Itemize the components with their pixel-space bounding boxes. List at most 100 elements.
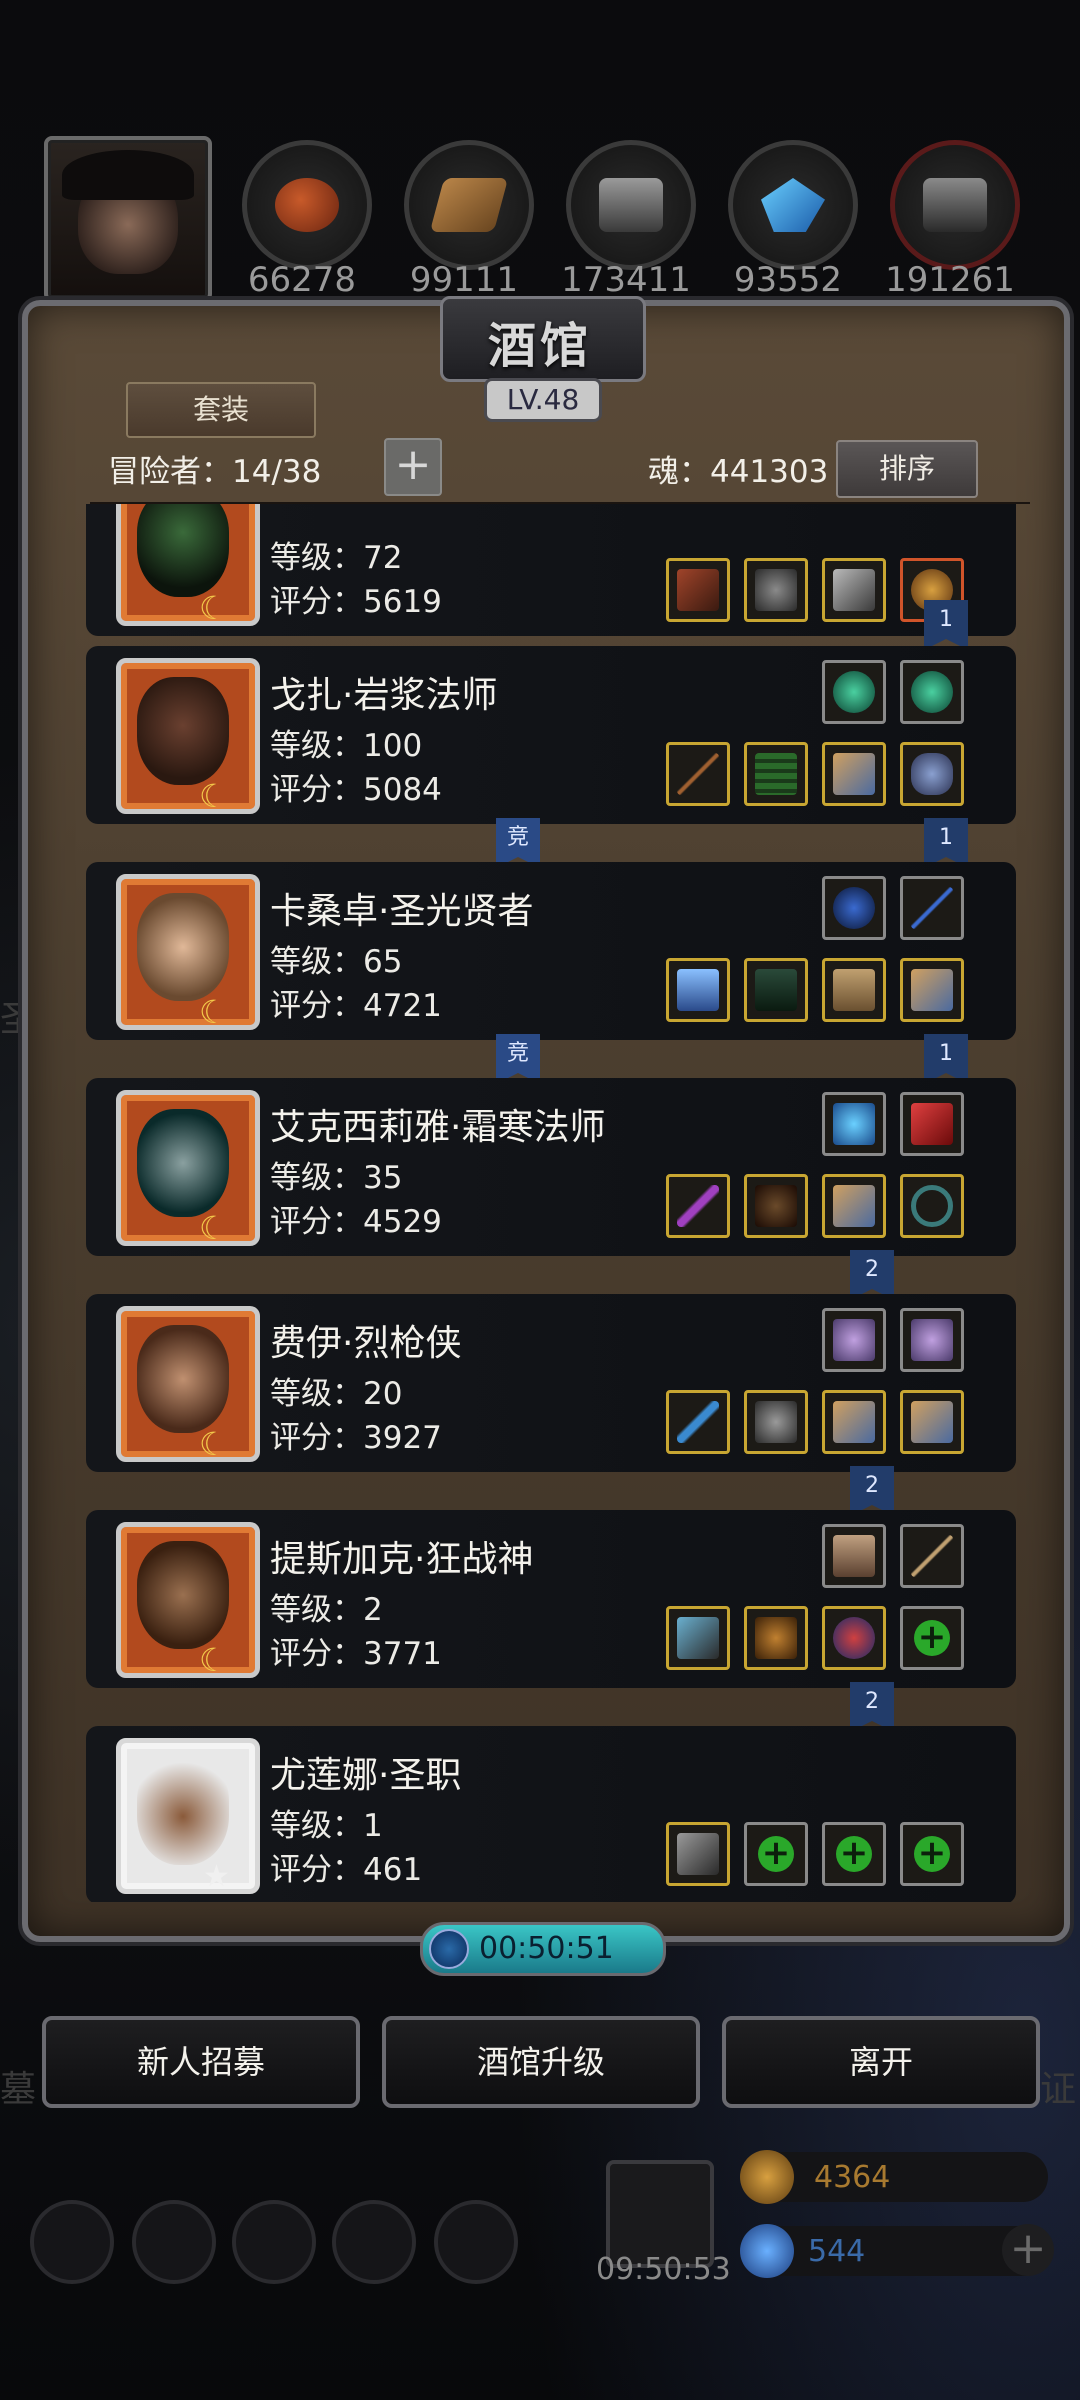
add-adventurer-slot-button[interactable]: + — [384, 438, 442, 496]
equip-slot[interactable] — [822, 1390, 886, 1454]
hero-level: 等级：72 — [270, 540, 403, 576]
hero-card[interactable]: ★ 尤莲娜·圣职 等级：1 评分：461 + + + — [86, 1726, 1016, 1902]
equip-slot[interactable] — [900, 1390, 964, 1454]
shop-icon[interactable] — [232, 2200, 316, 2284]
stone-value: 173411 — [561, 260, 691, 300]
hero-score: 评分：5084 — [270, 772, 442, 808]
equip-slot[interactable] — [666, 958, 730, 1022]
stone-icon[interactable] — [566, 140, 696, 270]
moon-icon: ☾ — [199, 1209, 228, 1246]
equip-slot[interactable] — [900, 1174, 964, 1238]
panel-title: 酒馆 — [487, 318, 592, 374]
hero-name: 提斯加克·狂战神 — [270, 1539, 534, 1580]
rune-slot[interactable] — [822, 1308, 886, 1372]
equip-slot[interactable] — [666, 1606, 730, 1670]
equip-slot[interactable] — [666, 1390, 730, 1454]
hero-portrait[interactable]: ☾ — [116, 1522, 260, 1678]
outfit-tab-button[interactable]: 套装 — [126, 382, 316, 438]
wood-icon[interactable] — [404, 140, 534, 270]
rune-slot[interactable] — [900, 1308, 964, 1372]
equip-slot[interactable] — [822, 742, 886, 806]
inventory-icon[interactable] — [434, 2200, 518, 2284]
player-avatar[interactable] — [44, 136, 212, 302]
side-text-right: 证 — [1040, 2069, 1077, 2110]
hero-name: 尤莲娜·圣职 — [270, 1755, 462, 1796]
equip-slot[interactable] — [900, 958, 964, 1022]
tavern-level-badge: LV.48 — [484, 378, 602, 422]
timer-text: 00:50:51 — [479, 1931, 614, 1966]
rune-slot[interactable] — [822, 1524, 886, 1588]
equip-slot[interactable] — [744, 558, 808, 622]
rune-slot[interactable] — [822, 660, 886, 724]
add-icon: + — [914, 1836, 950, 1872]
rune-slot[interactable] — [900, 1524, 964, 1588]
hero-card[interactable]: ☾ 等级：72 评分：5619 — [86, 504, 1016, 636]
rank-ribbon: 1 — [924, 1034, 968, 1084]
hero-portrait[interactable]: ☾ — [116, 1306, 260, 1462]
tavern-refresh-timer: 00:50:51 — [420, 1922, 666, 1976]
rune-slot[interactable] — [900, 1092, 964, 1156]
crystal-icon[interactable] — [728, 140, 858, 270]
equip-slot[interactable] — [744, 1174, 808, 1238]
moon-icon: ☾ — [199, 589, 228, 626]
upgrade-tavern-button[interactable]: 酒馆升级 — [382, 2016, 700, 2108]
rune-slot[interactable] — [900, 660, 964, 724]
hero-portrait[interactable]: ☾ — [116, 504, 260, 626]
rune-slot[interactable] — [822, 1092, 886, 1156]
equip-slot[interactable] — [744, 742, 808, 806]
hero-name: 费伊·烈枪侠 — [270, 1323, 462, 1364]
gold-icon — [740, 2150, 794, 2204]
mail-icon[interactable] — [332, 2200, 416, 2284]
skill-icon[interactable] — [132, 2200, 216, 2284]
rune-slot[interactable] — [900, 876, 964, 940]
add-equip-slot[interactable]: + — [900, 1822, 964, 1886]
sort-button[interactable]: 排序 — [836, 440, 978, 498]
equip-slot[interactable] — [822, 1606, 886, 1670]
equip-slot[interactable] — [744, 1606, 808, 1670]
meat-icon[interactable] — [242, 140, 372, 270]
equip-slot[interactable] — [744, 1390, 808, 1454]
leave-button[interactable]: 离开 — [722, 2016, 1040, 2108]
hero-level: 等级：65 — [270, 944, 403, 980]
hero-card[interactable]: ☾ 卡桑卓·圣光贤者 等级：65 评分：4721 — [86, 862, 1016, 1040]
add-equip-slot[interactable]: + — [822, 1822, 886, 1886]
hero-card[interactable]: ☾ 戈扎·岩浆法师 等级：100 评分：5084 — [86, 646, 1016, 824]
hero-portrait[interactable]: ☾ — [116, 874, 260, 1030]
iron-icon[interactable] — [890, 140, 1020, 270]
recruit-button[interactable]: 新人招募 — [42, 2016, 360, 2108]
gem-icon — [740, 2224, 794, 2278]
hero-card[interactable]: ☾ 艾克西莉雅·霜寒法师 等级：35 评分：4529 — [86, 1078, 1016, 1256]
hero-portrait[interactable]: ☾ — [116, 1090, 260, 1246]
rank-ribbon: 1 — [924, 600, 968, 650]
equip-slot[interactable] — [822, 958, 886, 1022]
add-equip-slot[interactable]: + — [744, 1822, 808, 1886]
hero-score: 评分：4721 — [270, 988, 442, 1024]
hero-level: 等级：100 — [270, 728, 423, 764]
equip-slot[interactable] — [744, 958, 808, 1022]
rank-ribbon: 1 — [924, 818, 968, 868]
hero-list[interactable]: ☾ 等级：72 评分：5619 1 ☾ 戈扎·岩浆法师 等级：100 评分：50… — [86, 504, 1026, 1902]
hero-card[interactable]: ☾ 费伊·烈枪侠 等级：20 评分：3927 — [86, 1294, 1016, 1472]
settings-icon[interactable] — [30, 2200, 114, 2284]
rank-ribbon: 2 — [850, 1682, 894, 1732]
rune-slot[interactable] — [822, 876, 886, 940]
rank-ribbon: 2 — [850, 1466, 894, 1516]
moon-icon: ☾ — [199, 777, 228, 814]
hero-portrait[interactable]: ★ — [116, 1738, 260, 1894]
add-equip-slot[interactable]: + — [900, 1606, 964, 1670]
clock-icon — [429, 1929, 469, 1969]
equip-slot[interactable] — [822, 1174, 886, 1238]
equip-slot[interactable] — [666, 558, 730, 622]
competition-ribbon: 竞 — [496, 818, 540, 868]
equip-slot[interactable] — [900, 742, 964, 806]
equip-slot[interactable] — [666, 1822, 730, 1886]
equip-slot[interactable] — [822, 558, 886, 622]
equip-slot[interactable] — [666, 742, 730, 806]
hero-card[interactable]: ☾ 提斯加克·狂战神 等级：2 评分：3771 + — [86, 1510, 1016, 1688]
hero-score: 评分：5619 — [270, 584, 442, 620]
hero-portrait[interactable]: ☾ — [116, 658, 260, 814]
soul-count: 魂：441303 — [648, 454, 829, 490]
equip-slot[interactable] — [666, 1174, 730, 1238]
competition-ribbon: 竞 — [496, 1034, 540, 1084]
add-currency-button[interactable]: + — [1002, 2224, 1054, 2276]
